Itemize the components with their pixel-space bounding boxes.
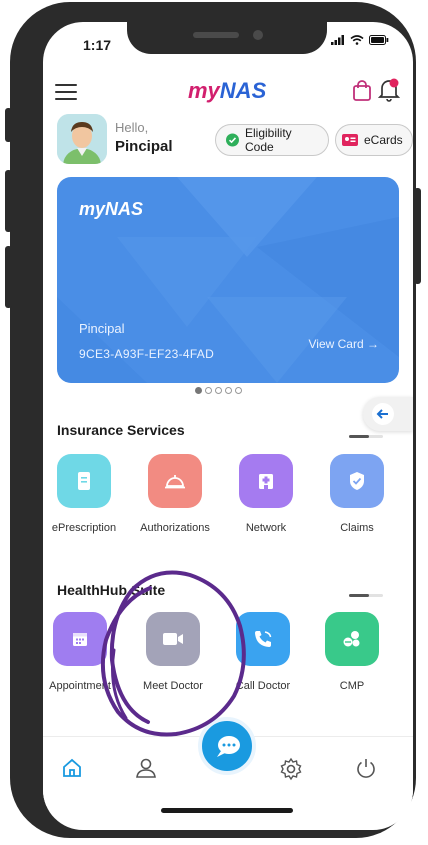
eprescription-label: ePrescription	[51, 522, 117, 534]
carousel-dot[interactable]	[195, 387, 202, 394]
authorizations-tile	[148, 454, 202, 508]
app-logo: myNAS	[188, 78, 267, 103]
meet-doctor-service[interactable]: Meet Doctor	[128, 612, 218, 692]
prescription-icon	[78, 472, 90, 490]
insurance-services-row: ePrescription Authorizations Network Cla…	[43, 454, 413, 544]
eprescription-tile	[57, 454, 111, 508]
status-time: 1:17	[83, 37, 112, 53]
appointment-tile	[53, 612, 107, 666]
shield-check-icon	[350, 472, 364, 490]
view-card-link[interactable]: View Card →	[309, 337, 379, 351]
call-doctor-label: Call Doctor	[235, 680, 291, 692]
claims-tile	[330, 454, 384, 508]
authorizations-service[interactable]: Authorizations	[130, 454, 220, 534]
avatar-image	[57, 114, 107, 164]
carousel-indicator	[195, 387, 242, 394]
id-card-icon	[342, 134, 358, 146]
notification-bell-icon[interactable]	[378, 78, 400, 102]
ecards-button[interactable]: eCards	[335, 124, 413, 156]
profile-row: Hello, Pincipal Eligibility Code eCards	[57, 114, 413, 166]
card-member-id: 9CE3-A93F-EF23-4FAD	[79, 347, 215, 361]
shopping-bag-icon[interactable]	[352, 80, 372, 102]
healthhub-row: Appointment Meet Doctor Call Doctor CMP	[43, 612, 413, 702]
appointment-label: Appointment	[49, 680, 111, 692]
hospital-icon	[259, 474, 273, 489]
appointment-service[interactable]: Appointment	[43, 612, 125, 692]
user-name: Pincipal	[115, 138, 173, 155]
signal-icon	[331, 35, 344, 45]
eligibility-code-button[interactable]: Eligibility Code	[215, 124, 329, 156]
notch	[127, 22, 327, 54]
healthhub-scroll-indicator	[349, 594, 383, 597]
carousel-dot[interactable]	[215, 387, 222, 394]
cmp-tile	[325, 612, 379, 666]
battery-icon	[369, 35, 389, 45]
top-app-bar: myNAS	[43, 74, 413, 110]
calendar-icon	[73, 633, 87, 646]
card-holder-name: Pincipal	[79, 321, 125, 336]
network-label: Network	[245, 522, 287, 534]
chat-fab-button[interactable]	[198, 717, 256, 775]
arrow-left-icon	[376, 409, 388, 419]
meet-doctor-tile	[146, 612, 200, 666]
bottom-navigation	[43, 717, 413, 806]
power-button	[414, 188, 421, 284]
home-indicator	[161, 808, 293, 813]
cmp-label: CMP	[339, 680, 365, 692]
wifi-icon	[350, 35, 364, 45]
status-icons	[331, 35, 389, 45]
insurance-scroll-indicator	[349, 435, 383, 438]
check-circle-icon	[226, 133, 239, 147]
greeting-text: Hello,	[115, 120, 149, 135]
pills-icon	[343, 631, 360, 647]
carousel-dot[interactable]	[225, 387, 232, 394]
eligibility-code-label: Eligibility Code	[244, 126, 292, 154]
insurance-services-title: Insurance Services	[57, 422, 185, 438]
carousel-dot[interactable]	[205, 387, 212, 394]
claims-label: Claims	[340, 522, 374, 534]
home-icon[interactable]	[61, 757, 83, 779]
chat-icon	[217, 736, 240, 757]
call-doctor-tile	[236, 612, 290, 666]
network-tile	[239, 454, 293, 508]
healthhub-suite-title: HealthHub Suite	[57, 582, 166, 598]
volume-up-button	[5, 170, 12, 232]
service-bell-icon	[165, 475, 185, 489]
cmp-service[interactable]: CMP	[307, 612, 397, 692]
video-camera-icon	[163, 633, 183, 645]
claims-service[interactable]: Claims	[312, 454, 402, 534]
card-logo: myNAS	[79, 199, 144, 219]
eprescription-service[interactable]: ePrescription	[43, 454, 129, 534]
carousel-dot[interactable]	[235, 387, 242, 394]
hamburger-menu-icon[interactable]	[55, 84, 77, 100]
side-drawer-tab[interactable]	[363, 397, 413, 431]
app-screen: 1:17 myNAS Hello, Pincipal Eligibility C…	[43, 22, 413, 830]
network-service[interactable]: Network	[221, 454, 311, 534]
mute-switch	[5, 108, 12, 142]
meet-doctor-label: Meet Doctor	[143, 680, 203, 692]
authorizations-label: Authorizations	[140, 522, 210, 534]
call-doctor-service[interactable]: Call Doctor	[218, 612, 308, 692]
profile-icon[interactable]	[135, 757, 157, 779]
volume-down-button	[5, 246, 12, 308]
ecards-label: eCards	[364, 133, 403, 147]
avatar[interactable]	[57, 114, 107, 164]
insurance-card[interactable]: myNAS Pincipal 9CE3-A93F-EF23-4FAD View …	[57, 177, 399, 383]
phone-icon	[255, 631, 272, 647]
power-icon[interactable]	[355, 757, 377, 779]
settings-icon[interactable]	[279, 757, 303, 781]
